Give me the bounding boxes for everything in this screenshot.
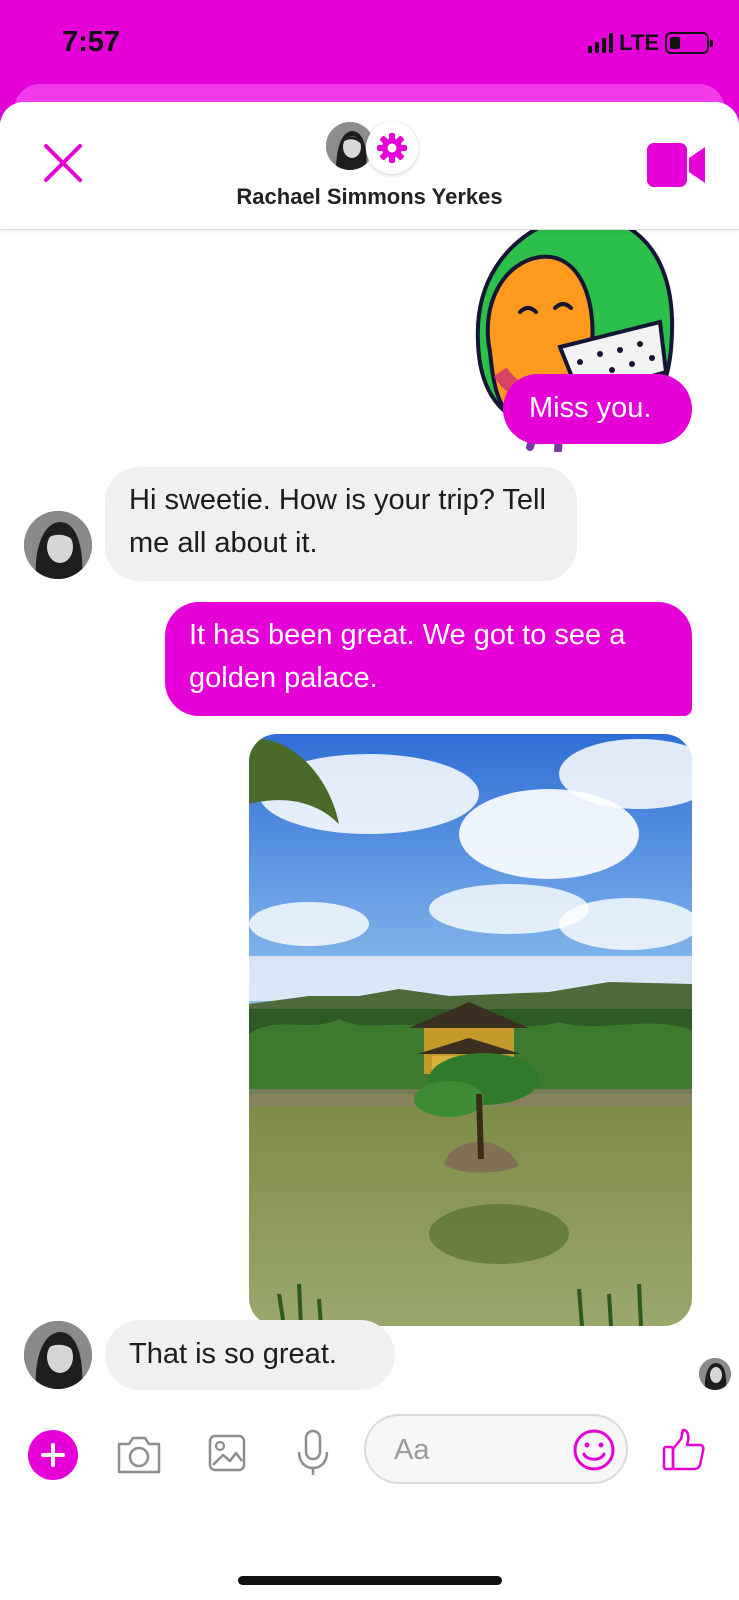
contact-avatar[interactable]	[24, 511, 92, 579]
close-icon	[44, 144, 82, 182]
message-text: That is so great.	[129, 1338, 337, 1370]
status-time: 7:57	[62, 26, 121, 58]
contact-avatar[interactable]	[24, 1321, 92, 1389]
gallery-button[interactable]	[202, 1428, 252, 1478]
home-indicator[interactable]	[238, 1576, 502, 1585]
photo-attachment[interactable]	[249, 734, 692, 1326]
message-text: It has been great. We got to see a golde…	[189, 619, 626, 694]
message-composer	[0, 1408, 739, 1528]
video-call-button[interactable]	[647, 140, 707, 190]
contact-avatars[interactable]	[326, 122, 418, 174]
message-bubble-sent[interactable]: It has been great. We got to see a golde…	[165, 602, 692, 716]
conversation-header: Rachael Simmons Yerkes	[0, 102, 739, 230]
message-input[interactable]	[364, 1414, 628, 1484]
microphone-icon	[297, 1429, 329, 1475]
signal-icon	[588, 33, 614, 53]
emoji-icon	[573, 1429, 615, 1471]
status-bar: 7:57 LTE	[0, 0, 739, 90]
voice-button[interactable]	[288, 1426, 338, 1480]
like-button[interactable]	[658, 1424, 710, 1476]
read-receipt-avatar	[699, 1358, 731, 1390]
gear-icon	[377, 133, 407, 163]
message-text: Miss you.	[529, 392, 652, 424]
camera-button[interactable]	[114, 1430, 164, 1480]
emoji-button[interactable]	[572, 1428, 616, 1472]
camera-icon	[117, 1436, 161, 1474]
video-call-icon	[647, 143, 705, 187]
message-text-field[interactable]	[394, 1430, 554, 1470]
battery-icon	[665, 32, 713, 54]
message-bubble-sent[interactable]: Miss you.	[503, 374, 692, 444]
message-text: Hi sweetie. How is your trip? Tell me al…	[129, 484, 546, 559]
message-bubble-received[interactable]: Hi sweetie. How is your trip? Tell me al…	[105, 467, 577, 581]
status-indicators: LTE	[588, 30, 713, 56]
image-icon	[208, 1434, 246, 1472]
thumbs-up-icon	[662, 1428, 705, 1471]
conversation-sheet: Rachael Simmons Yerkes Miss you. Hi swee…	[0, 102, 739, 1600]
contact-name[interactable]: Rachael Simmons Yerkes	[0, 184, 739, 210]
settings-button[interactable]	[366, 122, 418, 174]
message-bubble-received[interactable]: That is so great.	[105, 1320, 395, 1390]
network-label: LTE	[619, 30, 659, 55]
close-button[interactable]	[40, 140, 86, 186]
add-button[interactable]	[28, 1430, 78, 1480]
plus-icon	[41, 1443, 65, 1467]
